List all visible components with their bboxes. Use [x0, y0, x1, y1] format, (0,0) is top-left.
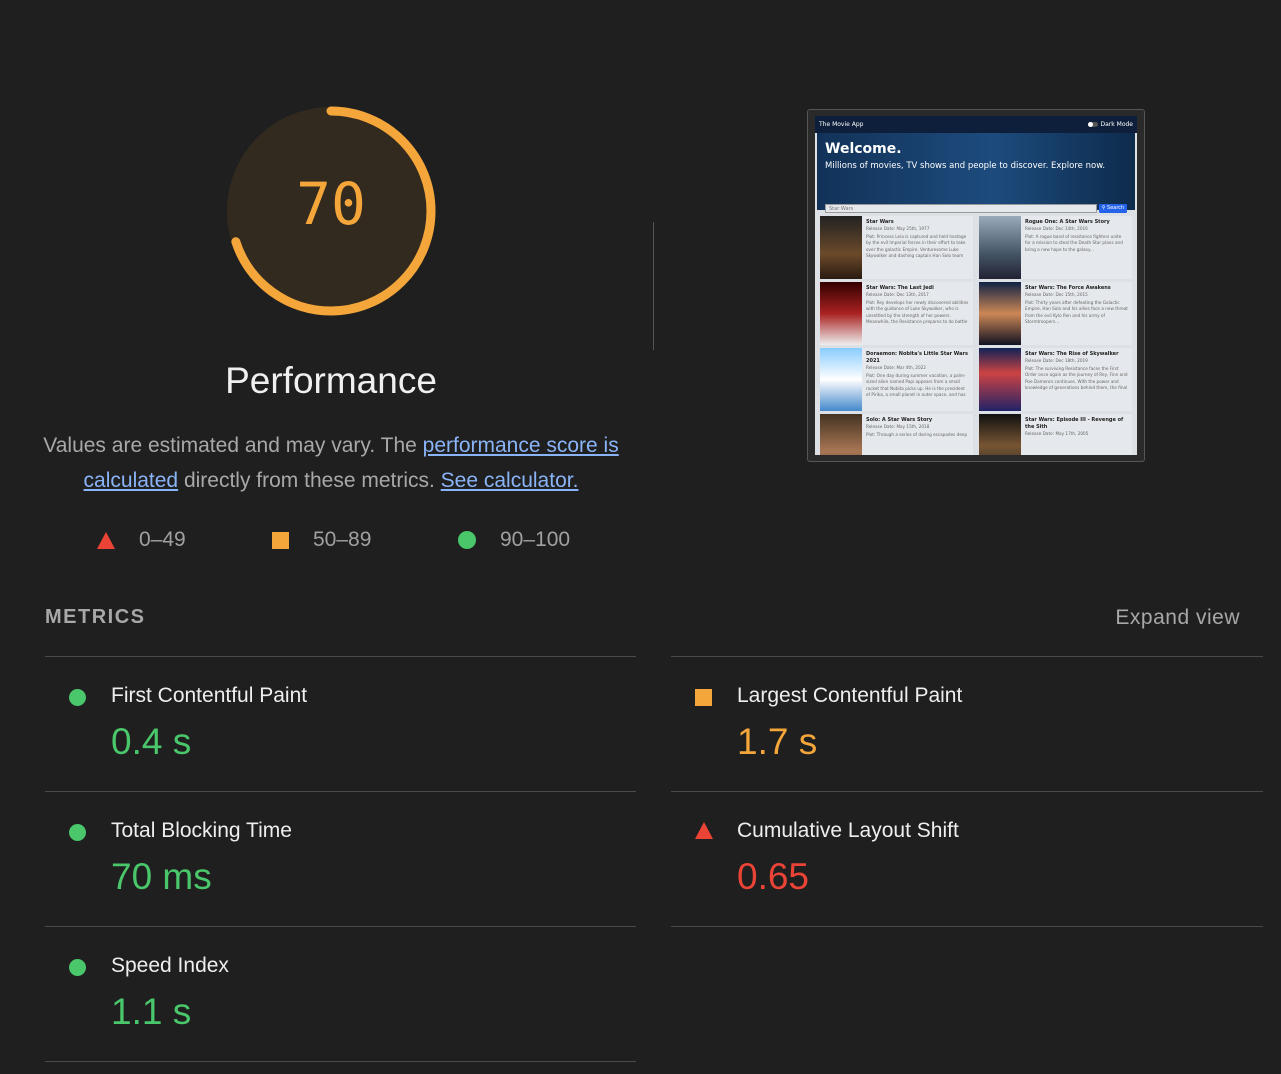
movie-plot: Plot: Thirty years after defeating the G…	[1025, 300, 1128, 324]
movie-card: Solo: A Star Wars Story Release Date: May…	[820, 414, 973, 455]
movie-title: Star Wars: Episode III - Revenge of the …	[1025, 417, 1124, 430]
hero-subtitle: Millions of movies, TV shows and people …	[825, 161, 1106, 171]
movie-title: Doraemon: Nobita's Little Star Wars 2021	[866, 351, 968, 364]
movie-plot: Plot: Rey develops her newly discovered …	[866, 300, 969, 324]
movie-card: Rogue One: A Star Wars Story Release Date…	[979, 216, 1132, 279]
square-icon	[695, 689, 712, 706]
movie-title: Star Wars: The Force Awakens	[1025, 285, 1111, 291]
hero-banner: Welcome. Millions of movies, TV shows and…	[817, 133, 1135, 210]
metric-value: 70 ms	[111, 856, 212, 897]
circle-icon	[69, 689, 86, 706]
metrics-heading: METRICS	[45, 606, 146, 628]
desc-text: directly from these metrics.	[178, 469, 441, 492]
movie-poster	[979, 348, 1021, 411]
movie-plot: Plot: Through a series of daring escapad…	[866, 432, 968, 438]
movie-plot: Plot: One day during summer vacation, a …	[866, 373, 966, 397]
legend-pass: 90–100	[458, 528, 570, 552]
final-screenshot[interactable]: The Movie App Dark Mode Welcome. Millions …	[807, 109, 1145, 462]
movie-card: Star Wars Release Date: May 25th, 1977 Plo…	[820, 216, 973, 279]
movie-plot: Plot: A rogue band of resistance fighter…	[1025, 234, 1123, 252]
square-icon	[272, 531, 289, 549]
metric-value: 0.4 s	[111, 721, 192, 762]
movie-poster	[820, 216, 862, 279]
movie-poster	[820, 348, 862, 411]
movie-card: Star Wars: The Last Jedi Release Date: De…	[820, 282, 973, 345]
metric-title: Total Blocking Time	[111, 819, 292, 842]
movie-title: Star Wars: The Last Jedi	[866, 285, 934, 291]
movie-poster	[820, 414, 862, 455]
app-preview: The Movie App Dark Mode Welcome. Millions …	[815, 116, 1137, 455]
divider	[653, 222, 654, 350]
movie-poster	[979, 414, 1021, 455]
app-title: The Movie App	[819, 121, 864, 128]
legend-label: 90–100	[500, 528, 571, 551]
metric-largest-contentful-paint: Largest Contentful Paint 1.7 s	[671, 657, 1263, 792]
triangle-icon	[97, 531, 115, 549]
movie-title: Star Wars	[866, 219, 894, 225]
app-header: The Movie App Dark Mode	[815, 116, 1137, 133]
metric-value: 1.1 s	[111, 991, 192, 1032]
movie-date: Release Date: May 17th, 2005	[1025, 431, 1089, 436]
metric-speed-index: Speed Index 1.1 s	[45, 927, 636, 1062]
movie-card: Star Wars: The Force Awakens Release Date…	[979, 282, 1132, 345]
hero-title: Welcome.	[825, 141, 902, 157]
metric-value: 0.65	[737, 856, 810, 897]
movie-date: Release Date: Mar 4th, 2022	[866, 365, 926, 370]
metric-title: Cumulative Layout Shift	[737, 819, 959, 842]
legend-fail: 0–49	[97, 528, 186, 552]
dark-mode-label: Dark Mode	[1100, 121, 1134, 128]
movie-date: Release Date: Dec 14th, 2016	[1025, 226, 1088, 231]
circle-icon	[458, 531, 476, 549]
movie-title: Rogue One: A Star Wars Story	[1025, 219, 1110, 225]
circle-icon	[69, 959, 86, 976]
movie-card: Star Wars: Episode III - Revenge of the …	[979, 414, 1132, 455]
category-title: Performance	[225, 360, 437, 401]
movie-date: Release Date: Dec 13th, 2017	[866, 292, 929, 297]
movie-plot: Plot: The surviving Resistance faces the…	[1025, 366, 1128, 390]
expand-view-button[interactable]: Expand view	[1115, 606, 1240, 630]
dark-mode-toggle: Dark Mode	[1087, 121, 1134, 128]
search-button: ⚲ Search	[1099, 204, 1127, 213]
movie-poster	[979, 282, 1021, 345]
metric-first-contentful-paint: First Contentful Paint 0.4 s	[45, 657, 636, 792]
movie-grid: Star Wars Release Date: May 25th, 1977 Plo…	[815, 213, 1137, 455]
see-calculator-link[interactable]: See calculator.	[441, 469, 579, 492]
movie-date: Release Date: Dec 18th, 2019	[1025, 358, 1088, 363]
movie-plot: Plot: Princess Leia is captured and held…	[866, 234, 967, 258]
toggle-icon	[1087, 122, 1098, 127]
desc-text: Values are estimated and may vary. The	[43, 434, 423, 457]
score-description: Values are estimated and may vary. The p…	[40, 428, 622, 498]
movie-date: Release Date: May 15th, 2018	[866, 424, 930, 429]
movie-title: Solo: A Star Wars Story	[866, 417, 933, 423]
metric-title: Largest Contentful Paint	[737, 684, 963, 707]
metric-cumulative-layout-shift: Cumulative Layout Shift 0.65	[671, 792, 1263, 927]
circle-icon	[69, 824, 86, 841]
metric-total-blocking-time: Total Blocking Time 70 ms	[45, 792, 636, 927]
performance-score: 70	[296, 170, 366, 238]
metric-title: First Contentful Paint	[111, 684, 308, 707]
movie-card: Doraemon: Nobita's Little Star Wars 2021…	[820, 348, 973, 411]
movie-date: Release Date: May 25th, 1977	[866, 226, 930, 231]
metric-value: 1.7 s	[737, 721, 818, 762]
movie-date: Release Date: Dec 15th, 2015	[1025, 292, 1088, 297]
triangle-icon	[695, 822, 713, 839]
movie-card: Star Wars: The Rise of Skywalker Release …	[979, 348, 1132, 411]
movie-title: Star Wars: The Rise of Skywalker	[1025, 351, 1119, 357]
legend-label: 0–49	[139, 528, 186, 551]
legend-average: 50–89	[272, 528, 371, 552]
metric-title: Speed Index	[111, 954, 229, 977]
movie-poster	[820, 282, 862, 345]
search-input: Star Wars	[825, 204, 1097, 213]
legend-label: 50–89	[313, 528, 372, 551]
movie-poster	[979, 216, 1021, 279]
